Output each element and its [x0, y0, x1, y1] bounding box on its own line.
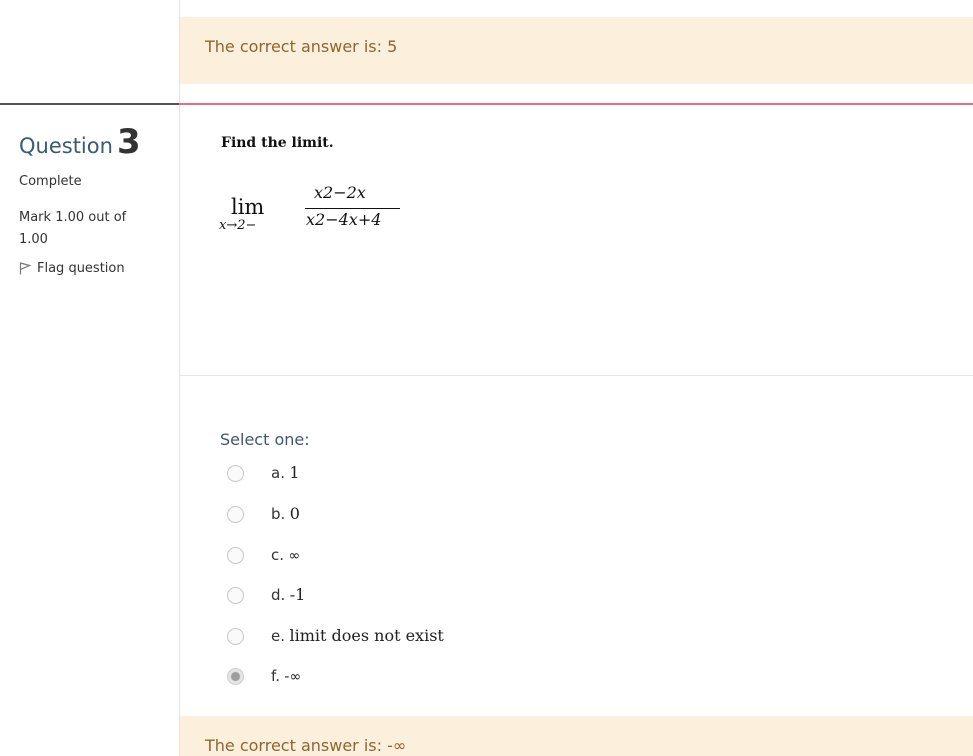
option-label[interactable]: b. 0: [271, 504, 300, 524]
limit-expression: lim x→2− x2−2x x2−4x+4: [218, 183, 418, 243]
answer-option-f[interactable]: f. -∞: [227, 664, 301, 688]
radio-button[interactable]: [227, 505, 244, 523]
limit-subscript: x→2−: [219, 218, 257, 233]
question-title: Question 3: [19, 122, 169, 162]
limit-operator: lim: [231, 195, 265, 219]
left-column-border: [179, 375, 180, 756]
previous-question-feedback: The correct answer is: 5: [180, 17, 973, 84]
answer-option-b[interactable]: b. 0: [227, 502, 300, 526]
correct-answer: The correct answer is: -∞: [205, 736, 407, 755]
radio-button-selected[interactable]: [227, 667, 244, 685]
flag-question-link[interactable]: Flag question: [19, 261, 125, 276]
previous-correct-answer: The correct answer is: 5: [205, 37, 398, 56]
select-one-prompt: Select one:: [220, 430, 310, 449]
answer-option-a[interactable]: a. 1: [227, 461, 300, 485]
fraction-denominator: x2−4x+4: [306, 210, 382, 229]
question-divider-left: [0, 103, 179, 105]
answer-option-e[interactable]: e. limit does not exist: [227, 624, 444, 648]
answer-option-d[interactable]: d. -1: [227, 583, 305, 607]
flag-icon: [19, 262, 31, 275]
radio-button[interactable]: [227, 464, 244, 482]
fraction-numerator: x2−2x: [314, 183, 366, 202]
question-divider-right: [179, 103, 973, 105]
answer-option-c[interactable]: c. ∞: [227, 543, 300, 567]
option-label[interactable]: f. -∞: [271, 667, 301, 686]
option-label[interactable]: a. 1: [271, 463, 300, 483]
question-text: Find the limit.: [221, 135, 334, 151]
question-label: Question: [19, 134, 113, 158]
question-state: Complete: [19, 174, 82, 189]
fraction-bar: [305, 208, 400, 209]
flag-question-label: Flag question: [37, 261, 125, 276]
question-info: Question 3: [19, 122, 169, 162]
radio-button[interactable]: [227, 586, 244, 604]
option-label[interactable]: d. -1: [271, 585, 305, 605]
radio-button[interactable]: [227, 627, 244, 645]
option-label[interactable]: c. ∞: [271, 546, 300, 565]
answer-section-divider: [180, 375, 973, 376]
question-mark: Mark 1.00 out of 1.00: [19, 210, 127, 247]
question-number: 3: [116, 122, 141, 162]
radio-button[interactable]: [227, 546, 244, 564]
option-label[interactable]: e. limit does not exist: [271, 626, 444, 646]
question-feedback: The correct answer is: -∞: [180, 716, 973, 756]
